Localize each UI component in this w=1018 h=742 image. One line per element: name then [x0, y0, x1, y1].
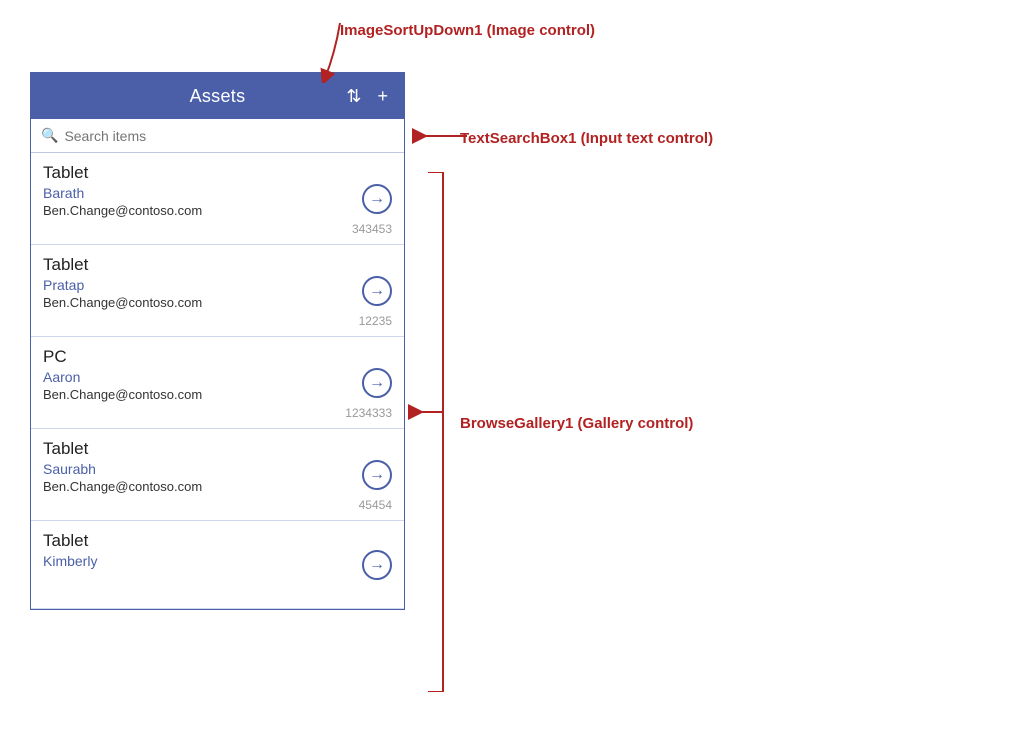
search-icon: 🔍 [41, 127, 58, 144]
add-button[interactable]: + [373, 85, 392, 107]
item-title: Tablet [43, 531, 392, 551]
item-name: Pratap [43, 277, 392, 293]
annotation-search-arrow [412, 126, 467, 146]
item-navigate-button[interactable]: → [362, 460, 392, 490]
item-navigate-button[interactable]: → [362, 184, 392, 214]
item-title: Tablet [43, 255, 392, 275]
annotation-sort-label: ImageSortUpDown1 (Image control) [340, 22, 595, 39]
item-email: Ben.Change@contoso.com [43, 203, 392, 218]
item-number: 12235 [43, 314, 392, 328]
item-number: 1234333 [43, 406, 392, 420]
item-navigate-button[interactable]: → [362, 368, 392, 398]
search-input[interactable] [64, 128, 394, 144]
item-navigate-button[interactable]: → [362, 276, 392, 306]
item-title: PC [43, 347, 392, 367]
annotation-gallery-label: BrowseGallery1 (Gallery control) [460, 415, 693, 432]
item-email: Ben.Change@contoso.com [43, 479, 392, 494]
annotation-gallery-bracket [408, 172, 468, 692]
item-email: Ben.Change@contoso.com [43, 387, 392, 402]
item-name: Aaron [43, 369, 392, 385]
gallery-item[interactable]: Tablet Barath Ben.Change@contoso.com 343… [31, 153, 404, 245]
panel-container: Assets ⇅ + 🔍 Tablet Barath Ben.Change@co… [30, 72, 405, 610]
item-number: 343453 [43, 222, 392, 236]
item-email: Ben.Change@contoso.com [43, 295, 392, 310]
panel-header: Assets ⇅ + [31, 73, 404, 119]
gallery-item[interactable]: PC Aaron Ben.Change@contoso.com 1234333 … [31, 337, 404, 429]
browse-gallery: Tablet Barath Ben.Change@contoso.com 343… [31, 153, 404, 609]
sort-button[interactable]: ⇅ [342, 85, 365, 107]
gallery-item[interactable]: Tablet Pratap Ben.Change@contoso.com 122… [31, 245, 404, 337]
item-name: Kimberly [43, 553, 392, 569]
item-title: Tablet [43, 439, 392, 459]
item-name: Saurabh [43, 461, 392, 477]
gallery-item[interactable]: Tablet Kimberly → [31, 521, 404, 609]
header-icons: ⇅ + [342, 85, 392, 107]
item-navigate-button[interactable]: → [362, 550, 392, 580]
annotation-search-label: TextSearchBox1 (Input text control) [460, 130, 713, 147]
item-name: Barath [43, 185, 392, 201]
item-number: 45454 [43, 498, 392, 512]
search-container: 🔍 [31, 119, 404, 153]
gallery-item[interactable]: Tablet Saurabh Ben.Change@contoso.com 45… [31, 429, 404, 521]
item-title: Tablet [43, 163, 392, 183]
